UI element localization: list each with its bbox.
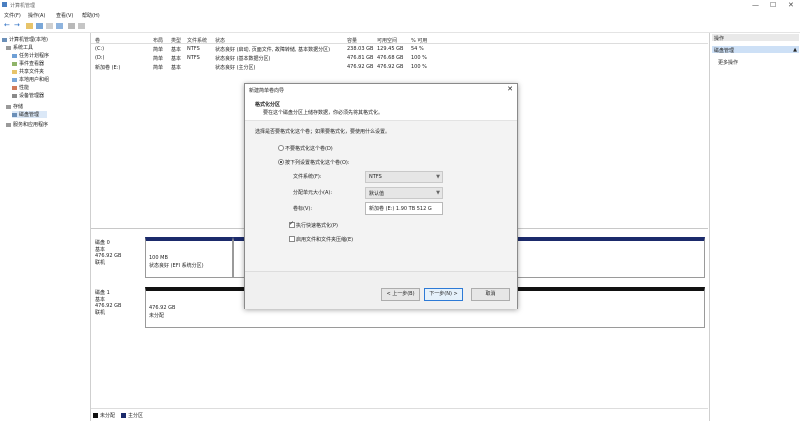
col-capacity[interactable]: 容量: [347, 37, 357, 44]
next-button[interactable]: 下一步(N) >: [424, 288, 463, 301]
alloc-unit-select[interactable]: 默认值 ▼: [365, 187, 443, 199]
dialog-title-bar: 新建简单卷向导 ✕: [245, 84, 517, 96]
tree-item-performance[interactable]: 性能: [12, 84, 29, 91]
chevron-down-icon: ▼: [436, 174, 440, 180]
toolbar: ← →: [0, 21, 800, 33]
volume-label-label: 卷标(V):: [293, 206, 313, 212]
volume-row[interactable]: (D:) 简单 基本 NTFS 状态良好 (基本数据分区) 476.81 GB …: [91, 54, 708, 62]
help-icon[interactable]: [46, 23, 53, 29]
tools-icon: [6, 45, 11, 50]
disk-label[interactable]: 磁盘 0 基本 476.92 GB 联机: [95, 239, 145, 266]
no-format-label[interactable]: 不要格式化这个卷(D): [285, 145, 333, 152]
dialog-body: 选择是否要格式化这个卷；如果要格式化，要使用什么设置。 不要格式化这个卷(D) …: [245, 121, 517, 271]
col-free[interactable]: 可用空间: [377, 37, 397, 44]
collapse-arrow-icon[interactable]: ▲: [793, 47, 797, 53]
navigation-tree: 计算机管理(本地) 系统工具 任务计划程序 事件查看器 共享文件夹 本地用户和组…: [0, 33, 91, 421]
device-icon: [12, 93, 17, 98]
tree-root[interactable]: 计算机管理(本地): [2, 36, 48, 43]
clock-icon: [12, 53, 17, 58]
actions-section-disk-management[interactable]: 磁盘管理 ▲: [712, 46, 799, 54]
tree-system-tools[interactable]: 系统工具: [6, 44, 33, 51]
quick-format-checkbox[interactable]: [289, 220, 295, 228]
app-icon: [2, 2, 7, 7]
users-icon: [12, 77, 17, 82]
compression-checkbox[interactable]: [289, 236, 295, 242]
dialog-intro: 选择是否要格式化这个卷；如果要格式化，要使用什么设置。: [255, 129, 391, 135]
volume-row[interactable]: (C:) 简单 基本 NTFS 状态良好 (启动, 页面文件, 故障转储, 基本…: [91, 45, 708, 53]
action-more[interactable]: 更多操作: [718, 59, 738, 66]
tree-item-task-scheduler[interactable]: 任务计划程序: [12, 52, 49, 59]
new-window-icon[interactable]: [68, 23, 75, 29]
performance-icon: [12, 85, 17, 90]
disk-label[interactable]: 磁盘 1 基本 476.92 GB 联机: [95, 289, 145, 316]
minimize-button[interactable]: —: [752, 1, 759, 9]
legend-bar: 未分配 主分区: [91, 408, 708, 421]
dialog-heading: 格式化分区: [255, 102, 281, 108]
properties-icon[interactable]: [56, 23, 63, 29]
menu-help[interactable]: 帮助(H): [82, 12, 100, 19]
close-button[interactable]: ✕: [788, 1, 794, 9]
new-simple-volume-wizard: 新建简单卷向导 ✕ 格式化分区 要在这个磁盘分区上储存数据，你必须先将其格式化。…: [244, 83, 518, 309]
title-bar: 计算机管理 — ☐ ✕: [0, 0, 800, 10]
storage-icon: [6, 104, 11, 109]
volume-row[interactable]: 新加卷 (E:) 简单 基本 状态良好 (主分区) 476.92 GB 476.…: [91, 63, 708, 71]
menu-file[interactable]: 文件(F): [4, 12, 21, 19]
cancel-button[interactable]: 取消: [471, 288, 510, 301]
filesystem-select[interactable]: NTFS ▼: [365, 171, 443, 183]
primary-swatch-icon: [121, 413, 126, 418]
actions-header: 操作: [712, 34, 799, 42]
tree-services-apps[interactable]: 服务和应用程序: [6, 121, 48, 128]
volume-list-header: 卷 布局 类型 文件系统 状态 容量 可用空间 % 可用: [91, 36, 708, 44]
volume-label-input[interactable]: 新加卷 (E:) 1.90 TB 512 G: [365, 202, 443, 215]
dialog-header: 格式化分区 要在这个磁盘分区上储存数据，你必须先将其格式化。: [245, 96, 517, 121]
partition-d[interactable]: [515, 237, 705, 278]
back-button[interactable]: < 上一步(B): [381, 288, 420, 301]
col-layout[interactable]: 布局: [153, 37, 163, 44]
disk-icon: [12, 112, 17, 117]
computer-icon: [2, 37, 7, 42]
window-title: 计算机管理: [10, 3, 36, 9]
col-filesystem[interactable]: 文件系统: [187, 37, 207, 44]
forward-arrow-icon[interactable]: →: [14, 21, 21, 29]
compression-label[interactable]: 启用文件和文件夹压缩(E): [296, 236, 353, 243]
event-icon: [12, 61, 17, 66]
tree-item-device-manager[interactable]: 设备管理器: [12, 92, 44, 99]
legend-unallocated: 未分配: [93, 412, 115, 419]
alloc-unit-label: 分配单元大小(A):: [293, 190, 333, 196]
tree-disk-management[interactable]: 磁盘管理: [12, 111, 48, 118]
refresh-icon[interactable]: [78, 23, 85, 29]
maximize-button[interactable]: ☐: [770, 1, 776, 9]
chevron-down-icon: ▼: [436, 190, 440, 196]
services-icon: [6, 122, 11, 127]
tree-item-users-groups[interactable]: 本地用户和组: [12, 76, 49, 83]
tree-item-event-viewer[interactable]: 事件查看器: [12, 60, 44, 67]
dialog-close-button[interactable]: ✕: [507, 85, 513, 93]
menu-bar: 文件(F) 操作(A) 查看(V) 帮助(H): [0, 10, 800, 20]
format-label[interactable]: 按下列设置格式化这个卷(O):: [285, 159, 350, 166]
actions-pane: 操作 磁盘管理 ▲ 更多操作: [709, 33, 800, 421]
partition-efi[interactable]: 100 MB 状态良好 (EFI 系统分区): [145, 237, 233, 278]
quick-format-label[interactable]: 执行快速格式化(P): [296, 222, 338, 229]
show-hide-tree-icon[interactable]: [36, 23, 43, 29]
no-format-radio[interactable]: [278, 145, 284, 151]
menu-action[interactable]: 操作(A): [28, 12, 45, 19]
filesystem-label: 文件系统(F):: [293, 174, 322, 180]
back-arrow-icon[interactable]: ←: [4, 21, 11, 29]
format-radio[interactable]: [278, 159, 284, 165]
dialog-title: 新建简单卷向导: [249, 88, 285, 94]
col-percent[interactable]: % 可用: [411, 37, 427, 44]
col-volume[interactable]: 卷: [95, 37, 100, 44]
up-folder-icon[interactable]: [26, 23, 33, 29]
menu-view[interactable]: 查看(V): [56, 12, 73, 19]
dialog-footer: < 上一步(B) 下一步(N) > 取消: [245, 271, 517, 309]
legend-primary: 主分区: [121, 412, 143, 419]
tree-item-shared-folders[interactable]: 共享文件夹: [12, 68, 44, 75]
col-type[interactable]: 类型: [171, 37, 181, 44]
tree-storage[interactable]: 存储: [6, 103, 23, 110]
dialog-subheading: 要在这个磁盘分区上储存数据，你必须先将其格式化。: [263, 110, 384, 116]
folder-icon: [12, 69, 17, 74]
col-status[interactable]: 状态: [215, 37, 225, 44]
unallocated-swatch-icon: [93, 413, 98, 418]
